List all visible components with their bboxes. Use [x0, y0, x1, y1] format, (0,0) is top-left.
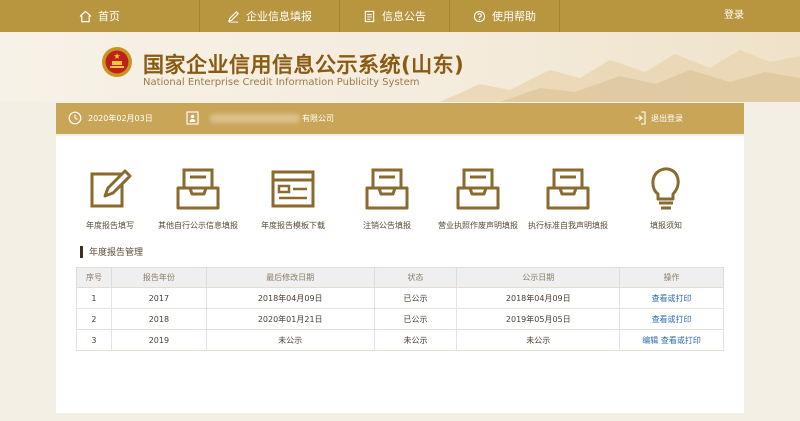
column-header: 最后修改日期 [205, 267, 375, 288]
table-row: 2 2018 2020年01月21日 已公示 2019年05月05日 查看或打印 [76, 308, 724, 330]
pen-icon [227, 10, 239, 23]
column-header: 操作 [619, 267, 724, 288]
table-row: 1 2017 2018年04月09日 已公示 2018年04月09日 查看或打印 [76, 287, 724, 309]
cell-year: 2019 [110, 329, 207, 351]
nav-info-notice-label: 信息公告 [382, 10, 426, 23]
inbox-tray-icon [456, 168, 500, 210]
logout-icon [635, 111, 646, 125]
user-info-bar: 2020年02月03日 有限公司 退出登录 [56, 103, 744, 134]
cell-modified: 2020年01月21日 [205, 308, 375, 330]
view-print-link[interactable]: 查看或打印 [652, 294, 692, 303]
inbox-tray-icon [365, 168, 409, 210]
logout-link[interactable]: 退出登录 [651, 113, 683, 124]
column-header: 状态 [373, 267, 458, 288]
view-print-link[interactable]: 查看或打印 [661, 336, 701, 345]
function-label: 其他自行公示信息填报 [158, 221, 238, 230]
cell-no: 2 [76, 308, 112, 330]
cell-published: 未公示 [456, 329, 621, 351]
system-title-english: National Enterprise Credit Information P… [143, 77, 420, 88]
column-header: 公示日期 [456, 267, 621, 288]
cell-no: 3 [76, 329, 112, 351]
nav-home[interactable]: 首页 [0, 0, 200, 32]
annual-report-table: 序号 报告年份 最后修改日期 状态 公示日期 操作 1 2017 2018年04… [76, 267, 724, 351]
section-title: 年度报告管理 [80, 245, 143, 258]
column-header: 报告年份 [110, 267, 207, 288]
system-title: 国家企业信用信息公示系统(山东) [143, 53, 465, 77]
cell-status: 已公示 [373, 287, 458, 309]
id-card-icon [186, 111, 199, 125]
edit-link[interactable]: 编辑 [642, 336, 658, 345]
current-date: 2020年02月03日 [88, 114, 153, 123]
cell-published: 2018年04月09日 [456, 287, 621, 309]
cell-year: 2018 [110, 308, 207, 330]
cell-modified: 未公示 [205, 329, 375, 351]
inbox-tray-icon [176, 168, 220, 210]
company-name-suffix: 有限公司 [302, 114, 334, 123]
column-header: 序号 [76, 267, 112, 288]
cell-no: 1 [76, 287, 112, 309]
cell-modified: 2018年04月09日 [205, 287, 375, 309]
inbox-tray-icon [546, 168, 590, 210]
nav-help[interactable]: 使用帮助 [450, 0, 560, 32]
template-form-icon [271, 170, 315, 208]
cell-action: 查看或打印 [619, 287, 724, 309]
function-label: 执行标准自我声明填报 [528, 221, 608, 230]
function-label: 填报须知 [650, 221, 682, 230]
header-banner: 国家企业信用信息公示系统(山东) National Enterprise Cre… [0, 32, 800, 102]
login-link[interactable]: 登录 [724, 0, 744, 32]
national-emblem-icon [102, 47, 132, 77]
cell-action: 查看或打印 [619, 308, 724, 330]
view-print-link[interactable]: 查看或打印 [652, 315, 692, 324]
table-row: 3 2019 未公示 未公示 未公示 编辑 查看或打印 [76, 329, 724, 351]
nav-enterprise-report-label: 企业信息填报 [246, 10, 312, 23]
main-panel: 年度报告填写 其他自行公示信息填报 年度报告模板下载 注销公告填报 营业执照作废… [56, 136, 744, 413]
document-icon [364, 10, 375, 22]
cell-published: 2019年05月05日 [456, 308, 621, 330]
pencil-edit-icon [90, 169, 132, 208]
filing-guide-button[interactable]: 填报须知 [611, 166, 721, 231]
lightbulb-icon [651, 167, 680, 210]
top-navigation: 首页 企业信息填报 信息公告 使用帮助 登录 [0, 0, 800, 32]
section-title-text: 年度报告管理 [89, 248, 144, 258]
other-disclosure-button[interactable]: 其他自行公示信息填报 [143, 166, 253, 231]
standard-self-statement-button[interactable]: 执行标准自我声明填报 [513, 166, 623, 231]
help-circle-icon [473, 10, 486, 22]
cell-year: 2017 [110, 287, 207, 309]
table-header-row: 序号 报告年份 最后修改日期 状态 公示日期 操作 [76, 267, 724, 288]
home-icon [79, 10, 92, 22]
section-marker [80, 245, 83, 258]
cell-action: 编辑 查看或打印 [619, 329, 724, 351]
cell-status: 未公示 [373, 329, 458, 351]
nav-enterprise-report[interactable]: 企业信息填报 [200, 0, 340, 32]
nav-help-label: 使用帮助 [492, 10, 536, 23]
redacted-company-name [210, 114, 300, 123]
clock-icon [68, 111, 82, 125]
nav-home-label: 首页 [98, 10, 120, 23]
nav-info-notice[interactable]: 信息公告 [340, 0, 450, 32]
cell-status: 已公示 [373, 308, 458, 330]
mountain-illustration [440, 50, 800, 102]
